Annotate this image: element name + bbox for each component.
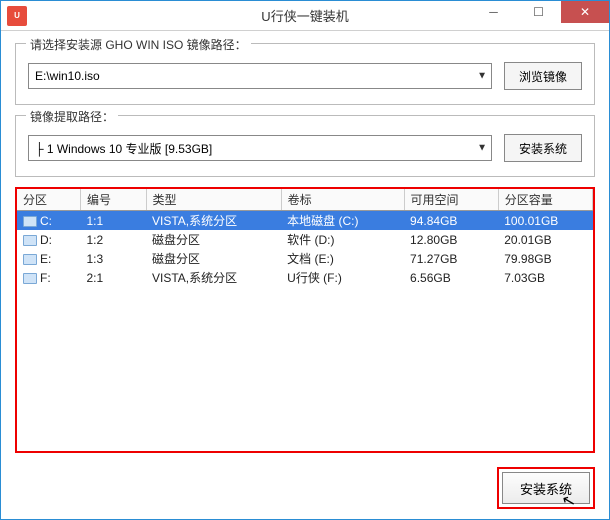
- drive-icon: [23, 273, 37, 284]
- drive-icon: [23, 235, 37, 246]
- cell-capacity: 20.01GB: [498, 230, 592, 249]
- chevron-down-icon: ▼: [477, 71, 487, 82]
- cell-free: 71.27GB: [404, 249, 498, 268]
- partition-table-wrap: 分区 编号 类型 卷标 可用空间 分区容量 C:1:1VISTA,系统分区本地磁…: [15, 187, 595, 453]
- cell-volume: 软件 (D:): [281, 230, 404, 249]
- cell-free: 6.56GB: [404, 268, 498, 287]
- cell-capacity: 79.98GB: [498, 249, 592, 268]
- browse-iso-button[interactable]: 浏览镜像: [504, 62, 582, 90]
- table-row[interactable]: C:1:1VISTA,系统分区本地磁盘 (C:)94.84GB100.01GB: [17, 211, 593, 231]
- header-free[interactable]: 可用空间: [404, 189, 498, 211]
- table-row[interactable]: D:1:2磁盘分区软件 (D:)12.80GB20.01GB: [17, 230, 593, 249]
- cell-number: 1:2: [80, 230, 146, 249]
- header-type[interactable]: 类型: [146, 189, 281, 211]
- footer: 安装系统 ↖: [15, 463, 595, 509]
- content-area: 请选择安装源 GHO WIN ISO 镜像路径： E:\win10.iso ▼ …: [1, 31, 609, 519]
- cell-capacity: 7.03GB: [498, 268, 592, 287]
- cell-number: 1:1: [80, 211, 146, 231]
- header-capacity[interactable]: 分区容量: [498, 189, 592, 211]
- extract-path-group: 镜像提取路径： ├ 1 Windows 10 专业版 [9.53GB] ▼ 安装…: [15, 115, 595, 177]
- header-partition[interactable]: 分区: [17, 189, 80, 211]
- cell-free: 94.84GB: [404, 211, 498, 231]
- install-system-button[interactable]: 安装系统: [502, 472, 590, 504]
- cell-free: 12.80GB: [404, 230, 498, 249]
- extract-path-label: 镜像提取路径：: [26, 108, 118, 125]
- table-row[interactable]: E:1:3磁盘分区文档 (E:)71.27GB79.98GB: [17, 249, 593, 268]
- iso-source-label: 请选择安装源 GHO WIN ISO 镜像路径：: [26, 36, 251, 53]
- table-header-row: 分区 编号 类型 卷标 可用空间 分区容量: [17, 189, 593, 211]
- extract-path-select[interactable]: ├ 1 Windows 10 专业版 [9.53GB] ▼: [28, 135, 492, 161]
- cell-volume: U行侠 (F:): [281, 268, 404, 287]
- cell-type: 磁盘分区: [146, 230, 281, 249]
- cell-type: 磁盘分区: [146, 249, 281, 268]
- cell-volume: 文档 (E:): [281, 249, 404, 268]
- install-system-button-top[interactable]: 安装系统: [504, 134, 582, 162]
- drive-icon: [23, 216, 37, 227]
- cell-volume: 本地磁盘 (C:): [281, 211, 404, 231]
- cell-partition: E:: [17, 249, 80, 268]
- extract-path-value: ├ 1 Windows 10 专业版 [9.53GB]: [35, 140, 212, 157]
- window-title: U行侠一键装机: [261, 6, 348, 25]
- minimize-button[interactable]: ─: [471, 1, 516, 23]
- cell-partition: D:: [17, 230, 80, 249]
- iso-source-group: 请选择安装源 GHO WIN ISO 镜像路径： E:\win10.iso ▼ …: [15, 43, 595, 105]
- cell-partition: F:: [17, 268, 80, 287]
- cell-type: VISTA,系统分区: [146, 268, 281, 287]
- cell-type: VISTA,系统分区: [146, 211, 281, 231]
- app-icon: U: [7, 6, 27, 26]
- header-number[interactable]: 编号: [80, 189, 146, 211]
- install-button-highlight: 安装系统 ↖: [497, 467, 595, 509]
- partition-table: 分区 编号 类型 卷标 可用空间 分区容量 C:1:1VISTA,系统分区本地磁…: [17, 189, 593, 287]
- titlebar: U U行侠一键装机 ─ ☐ ✕: [1, 1, 609, 31]
- maximize-button[interactable]: ☐: [516, 1, 561, 23]
- app-window: U U行侠一键装机 ─ ☐ ✕ 请选择安装源 GHO WIN ISO 镜像路径：…: [0, 0, 610, 520]
- cell-number: 2:1: [80, 268, 146, 287]
- close-button[interactable]: ✕: [561, 1, 609, 23]
- iso-path-select[interactable]: E:\win10.iso ▼: [28, 63, 492, 89]
- cell-number: 1:3: [80, 249, 146, 268]
- header-volume[interactable]: 卷标: [281, 189, 404, 211]
- iso-path-value: E:\win10.iso: [35, 69, 100, 83]
- cell-partition: C:: [17, 211, 80, 231]
- cell-capacity: 100.01GB: [498, 211, 592, 231]
- table-row[interactable]: F:2:1VISTA,系统分区U行侠 (F:)6.56GB7.03GB: [17, 268, 593, 287]
- drive-icon: [23, 254, 37, 265]
- window-controls: ─ ☐ ✕: [471, 1, 609, 30]
- chevron-down-icon: ▼: [477, 143, 487, 154]
